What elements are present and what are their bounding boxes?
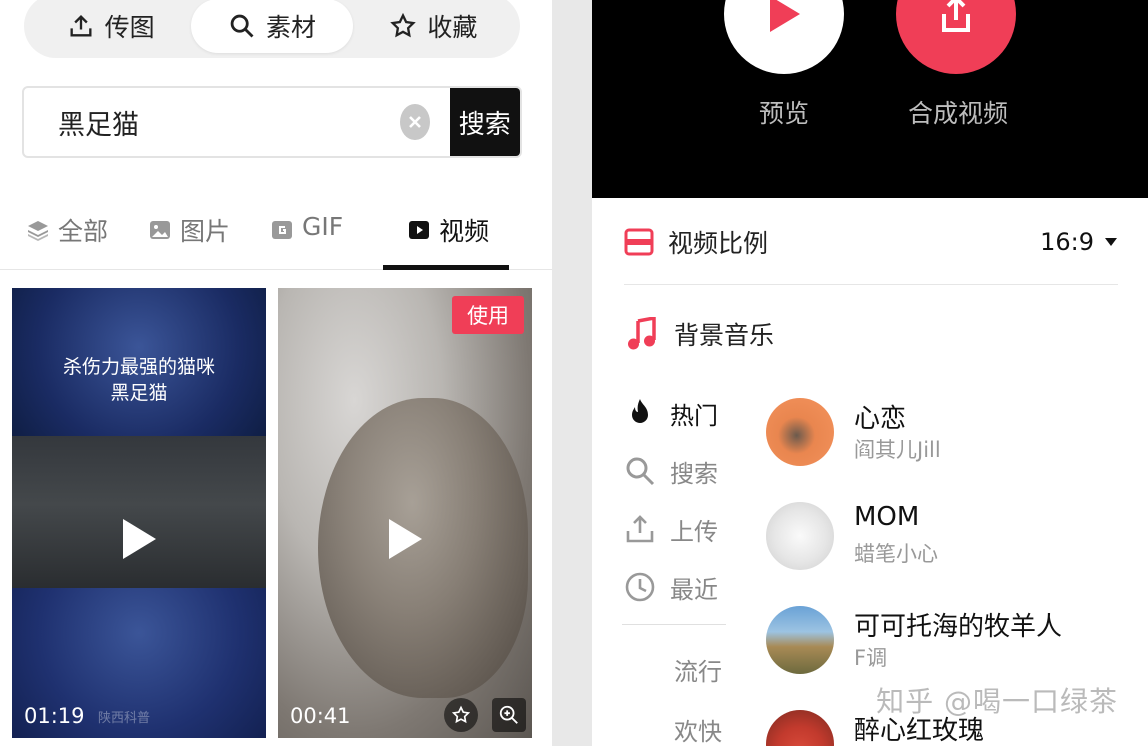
genre-cheerful[interactable]: 欢快 (674, 712, 722, 746)
song-title: MOM (854, 502, 920, 532)
tab-images-label: 图片 (180, 217, 231, 246)
song-title: 心恋 (854, 404, 907, 434)
tab-gif-label: GIF (302, 212, 344, 241)
song-cover (766, 710, 834, 746)
music-category-hot[interactable]: 热门 (624, 384, 732, 442)
song-cover (766, 502, 834, 570)
editor-panel: 预览 合成视频 视频比例 16:9 背景音乐 热门 搜索 上传 最近 流行 欢快… (592, 0, 1148, 746)
search-icon (230, 14, 254, 38)
close-icon (408, 116, 421, 128)
music-category-recent[interactable]: 最近 (624, 558, 732, 616)
preview-area: 预览 合成视频 (592, 0, 1148, 198)
tab-all-label: 全部 (58, 217, 109, 246)
song-artist: 蜡笔小心 (854, 542, 938, 566)
video-thumbnail-scene (12, 436, 266, 588)
music-category-label: 热门 (670, 401, 718, 430)
clear-search-button[interactable] (400, 104, 430, 140)
background-music-header: 背景音乐 (626, 316, 774, 352)
media-type-tabs: 全部 图片 GIF 视频 (0, 200, 552, 270)
music-category-list: 热门 搜索 上传 最近 (624, 384, 732, 616)
gif-icon (272, 221, 293, 239)
background-music-title: 背景音乐 (674, 321, 775, 350)
compose-video-button[interactable] (896, 0, 1016, 74)
tab-upload-label: 传图 (104, 13, 155, 42)
fire-icon (632, 399, 648, 423)
video-caption-line2: 黑足猫 (110, 382, 168, 404)
genre-pop[interactable]: 流行 (674, 652, 722, 687)
image-icon (150, 221, 171, 239)
search-icon (626, 457, 655, 486)
upload-icon (626, 515, 654, 543)
tab-images[interactable]: 图片 (148, 200, 230, 270)
star-icon (451, 705, 471, 724)
tab-favorites[interactable]: 收藏 (353, 0, 514, 53)
watermark: 知乎 @喝一口绿茶 (876, 685, 1118, 718)
tab-materials[interactable]: 素材 (191, 0, 353, 53)
song-item[interactable]: 可可托海的牧羊人 F调 (766, 606, 1126, 676)
song-cover (766, 398, 834, 466)
search-bar: 搜索 (22, 86, 522, 158)
preview-label: 预览 (758, 99, 809, 128)
play-icon (770, 0, 800, 32)
search-input[interactable] (24, 88, 400, 156)
layers-icon (28, 221, 48, 241)
upload-icon (70, 15, 92, 37)
song-item[interactable]: 心恋 阎其儿Jill (766, 398, 1126, 468)
search-button[interactable]: 搜索 (449, 88, 520, 156)
music-category-label: 搜索 (670, 459, 718, 488)
song-title: 可可托海的牧羊人 (854, 612, 1063, 642)
preview-button[interactable] (724, 0, 844, 74)
music-category-label: 最近 (670, 575, 718, 604)
zoom-in-icon (499, 705, 518, 724)
tab-favorites-label: 收藏 (427, 13, 478, 42)
tab-video-label: 视频 (439, 217, 490, 246)
play-icon[interactable] (385, 516, 425, 562)
favorite-button[interactable] (444, 698, 478, 732)
video-caption-line1: 杀伤力最强的猫咪 (62, 356, 215, 378)
video-ratio-label: 视频比例 (668, 229, 769, 258)
video-ratio-select[interactable]: 16:9 (1040, 228, 1118, 256)
video-result-card[interactable]: 使用 00:41 (278, 288, 532, 738)
compose-video-label: 合成视频 (907, 99, 1008, 128)
tab-gif[interactable]: GIF (270, 200, 343, 270)
play-icon[interactable] (119, 516, 159, 562)
aspect-ratio-icon (624, 228, 654, 256)
video-icon (409, 221, 430, 239)
caret-down-icon (1105, 238, 1117, 246)
song-artist: 阎其儿Jill (854, 438, 941, 462)
star-icon (390, 12, 417, 38)
tab-materials-label: 素材 (265, 13, 316, 42)
zoom-button[interactable] (492, 698, 526, 732)
clock-icon (625, 572, 655, 602)
tab-all[interactable]: 全部 (26, 200, 108, 270)
source-segment-control: 传图 素材 收藏 (24, 0, 520, 58)
video-caption: 杀伤力最强的猫咪 黑足猫 (12, 354, 266, 406)
video-result-card[interactable]: 杀伤力最强的猫咪 黑足猫 01:19 陕西科普 (12, 288, 266, 738)
panel-divider (552, 0, 592, 746)
song-cover (766, 606, 834, 674)
video-watermark: 陕西科普 (98, 711, 151, 726)
tab-upload[interactable]: 传图 (30, 0, 191, 53)
video-ratio-row[interactable]: 视频比例 16:9 (624, 218, 1118, 266)
use-button[interactable]: 使用 (452, 296, 524, 334)
song-artist: F调 (854, 646, 888, 670)
category-divider (622, 624, 726, 625)
video-ratio-value: 16:9 (1040, 228, 1094, 256)
video-duration: 00:41 (290, 704, 351, 728)
music-category-upload[interactable]: 上传 (624, 500, 732, 558)
song-item[interactable]: MOM 蜡笔小心 (766, 502, 1126, 572)
music-note-icon (628, 317, 656, 350)
export-icon (942, 0, 970, 32)
music-category-search[interactable]: 搜索 (624, 442, 732, 500)
music-category-label: 上传 (670, 517, 718, 546)
section-divider (624, 284, 1118, 285)
video-duration: 01:19 (24, 704, 85, 728)
material-panel: 传图 素材 收藏 搜索 全部 图片 GIF (0, 0, 552, 746)
tab-video[interactable]: 视频 (383, 200, 510, 270)
